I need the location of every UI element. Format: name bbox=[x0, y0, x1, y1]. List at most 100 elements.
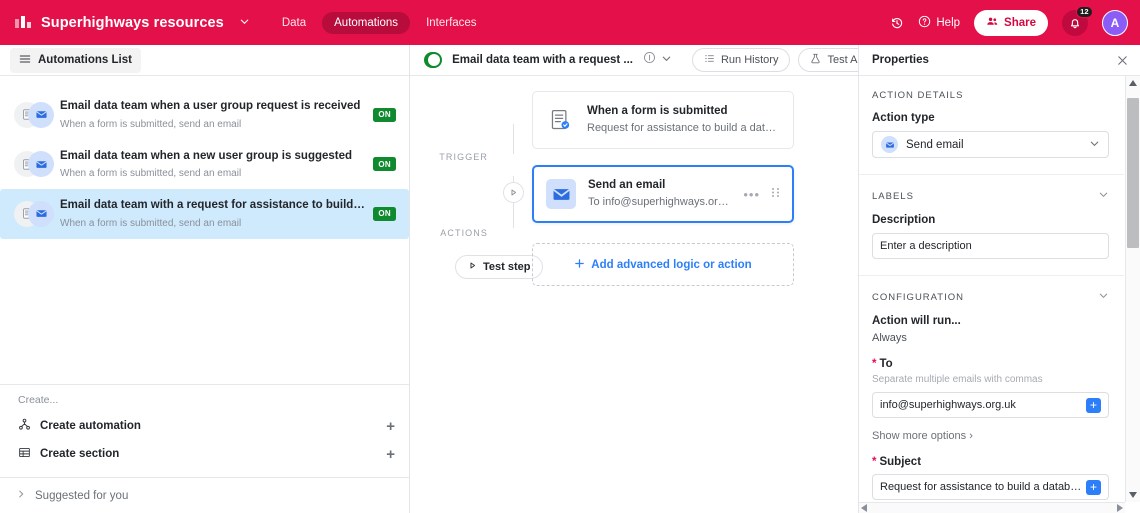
properties-header: Properties bbox=[859, 45, 1140, 76]
run-history-button[interactable]: Run History bbox=[691, 48, 791, 72]
show-more-options-link[interactable]: Show more options › bbox=[872, 430, 1109, 442]
automation-text: Email data team when a new user group is… bbox=[60, 149, 365, 181]
info-circle-icon[interactable] bbox=[643, 51, 656, 69]
flow-canvas-pane: ON Email data team with a request ... bbox=[410, 45, 918, 513]
history-clock-icon[interactable] bbox=[890, 16, 904, 30]
automations-list-button[interactable]: Automations List bbox=[10, 47, 141, 73]
create-automation-label: Create automation bbox=[40, 420, 141, 432]
trigger-card-subtitle: Request for assistance to build a databa… bbox=[587, 122, 781, 135]
plus-square-icon[interactable]: + bbox=[1086, 397, 1101, 413]
scroll-thumb[interactable] bbox=[1127, 98, 1139, 248]
close-icon[interactable] bbox=[1116, 54, 1129, 67]
action-card-send-email[interactable]: Send an email To info@superhighways.org.… bbox=[532, 165, 794, 223]
list-item[interactable]: Email data team when a new user group is… bbox=[0, 140, 409, 190]
add-advanced-logic-button[interactable]: Add advanced logic or action bbox=[532, 243, 794, 286]
bar-chart-logo-icon bbox=[14, 14, 32, 32]
subject-field-input[interactable]: Request for assistance to build a databa… bbox=[872, 474, 1109, 500]
automation-title: Email data team when a new user group is… bbox=[60, 149, 353, 162]
to-field-value: info@superhighways.org.uk bbox=[880, 399, 1016, 411]
list-item[interactable]: Email data team when a user group reques… bbox=[0, 90, 409, 140]
list-item-selected[interactable]: Email data team with a request for assis… bbox=[0, 189, 409, 239]
subject-field-value: Request for assistance to build a databa… bbox=[880, 481, 1086, 493]
action-details-section: ACTION DETAILS Action type Send email bbox=[859, 76, 1124, 175]
automation-subtitle: When a form is submitted, send an email bbox=[60, 217, 242, 229]
scroll-track[interactable] bbox=[1126, 90, 1140, 488]
status-badge[interactable]: ON bbox=[373, 107, 396, 122]
chevron-down-icon[interactable] bbox=[239, 14, 250, 32]
drag-handle-icon[interactable] bbox=[771, 185, 780, 203]
people-icon bbox=[986, 15, 999, 31]
automations-list: Email data team when a user group reques… bbox=[0, 76, 409, 384]
trigger-rail: TRIGGER bbox=[410, 152, 530, 162]
share-label: Share bbox=[1004, 16, 1036, 29]
chevron-down-icon[interactable] bbox=[661, 51, 672, 69]
plus-icon bbox=[574, 258, 585, 272]
test-step-label: Test step bbox=[483, 261, 531, 273]
help-label: Help bbox=[936, 16, 961, 29]
automation-subtitle: When a form is submitted, send an email bbox=[60, 168, 242, 180]
caret-left-icon[interactable] bbox=[861, 504, 867, 512]
brand-block[interactable]: Superhighways resources bbox=[14, 14, 250, 32]
actions-rail: ACTIONS bbox=[410, 228, 530, 238]
action-details-header: ACTION DETAILS bbox=[872, 90, 1109, 101]
properties-vertical-scrollbar[interactable] bbox=[1125, 76, 1140, 502]
create-section-row[interactable]: Create section + bbox=[0, 440, 409, 468]
automation-enabled-toggle[interactable]: ON bbox=[424, 52, 443, 68]
ellipsis-icon[interactable]: ••• bbox=[743, 188, 760, 201]
help-button[interactable]: Help bbox=[918, 15, 960, 31]
form-document-check-icon bbox=[545, 105, 575, 135]
notification-count-badge: 12 bbox=[1075, 5, 1093, 18]
nav-tab-interfaces[interactable]: Interfaces bbox=[414, 12, 489, 34]
flow-connector-top bbox=[513, 124, 514, 154]
action-card-subtitle: To info@superhighways.org.uk bbox=[588, 196, 732, 209]
caret-right-icon[interactable] bbox=[1117, 504, 1123, 512]
create-automation-row[interactable]: Create automation + bbox=[0, 412, 409, 440]
chevron-down-icon bbox=[1089, 138, 1100, 152]
test-step-button[interactable]: Test step bbox=[455, 255, 544, 279]
run-history-label: Run History bbox=[720, 54, 779, 66]
configuration-header[interactable]: CONFIGURATION bbox=[872, 290, 1109, 304]
flask-icon bbox=[810, 53, 821, 67]
action-will-run-value: Always bbox=[872, 332, 907, 344]
share-button[interactable]: Share bbox=[974, 9, 1048, 36]
top-header-bar: Superhighways resources Data Automations… bbox=[0, 0, 1140, 45]
nav-tab-automations[interactable]: Automations bbox=[322, 11, 411, 34]
envelope-icon bbox=[546, 179, 576, 209]
caret-down-icon[interactable] bbox=[1129, 488, 1137, 502]
action-details-label: ACTION DETAILS bbox=[872, 90, 964, 101]
chevron-down-icon[interactable] bbox=[1098, 290, 1109, 304]
automation-title: Email data team with a request for assis… bbox=[60, 199, 365, 212]
action-will-run-label: Action will run... bbox=[872, 315, 961, 327]
header-actions: Help Share 12 A bbox=[890, 5, 1128, 36]
nav-tab-data[interactable]: Data bbox=[270, 12, 318, 34]
suggested-label: Suggested for you bbox=[35, 489, 129, 502]
caret-up-icon[interactable] bbox=[1129, 76, 1137, 90]
automation-text: Email data team when a user group reques… bbox=[60, 99, 365, 131]
trigger-card[interactable]: When a form is submitted Request for ass… bbox=[532, 91, 794, 149]
action-type-select[interactable]: Send email bbox=[872, 131, 1109, 158]
trigger-play-button[interactable] bbox=[503, 182, 524, 203]
description-input[interactable]: Enter a description bbox=[872, 233, 1109, 259]
labels-header[interactable]: LABELS bbox=[872, 189, 1109, 203]
automation-editor-app: Superhighways resources Data Automations… bbox=[0, 0, 1140, 513]
to-field-hint: Separate multiple emails with commas bbox=[872, 374, 1043, 385]
configuration-label: CONFIGURATION bbox=[872, 291, 964, 303]
chevron-down-icon[interactable] bbox=[1098, 189, 1109, 203]
plus-icon[interactable]: + bbox=[386, 447, 395, 462]
automation-title: Email data team when a user group reques… bbox=[60, 100, 361, 112]
notifications-button[interactable]: 12 bbox=[1062, 5, 1093, 36]
user-avatar[interactable]: A bbox=[1102, 9, 1128, 36]
properties-horizontal-scrollbar[interactable] bbox=[859, 502, 1125, 513]
main-nav: Data Automations Interfaces bbox=[270, 11, 489, 34]
envelope-icon bbox=[28, 200, 54, 227]
automation-icons bbox=[14, 151, 60, 178]
status-badge[interactable]: ON bbox=[373, 157, 396, 172]
to-field-label: To bbox=[872, 358, 1109, 370]
to-field-input[interactable]: info@superhighways.org.uk + bbox=[872, 392, 1109, 418]
plus-square-icon[interactable]: + bbox=[1086, 479, 1101, 495]
sidebar-header: Automations List bbox=[0, 45, 409, 76]
properties-panel: Properties ACTION DETAILS Action type Se… bbox=[858, 45, 1140, 513]
suggested-for-you-row[interactable]: Suggested for you bbox=[0, 477, 409, 513]
plus-icon[interactable]: + bbox=[386, 419, 395, 434]
status-badge[interactable]: ON bbox=[373, 206, 396, 221]
